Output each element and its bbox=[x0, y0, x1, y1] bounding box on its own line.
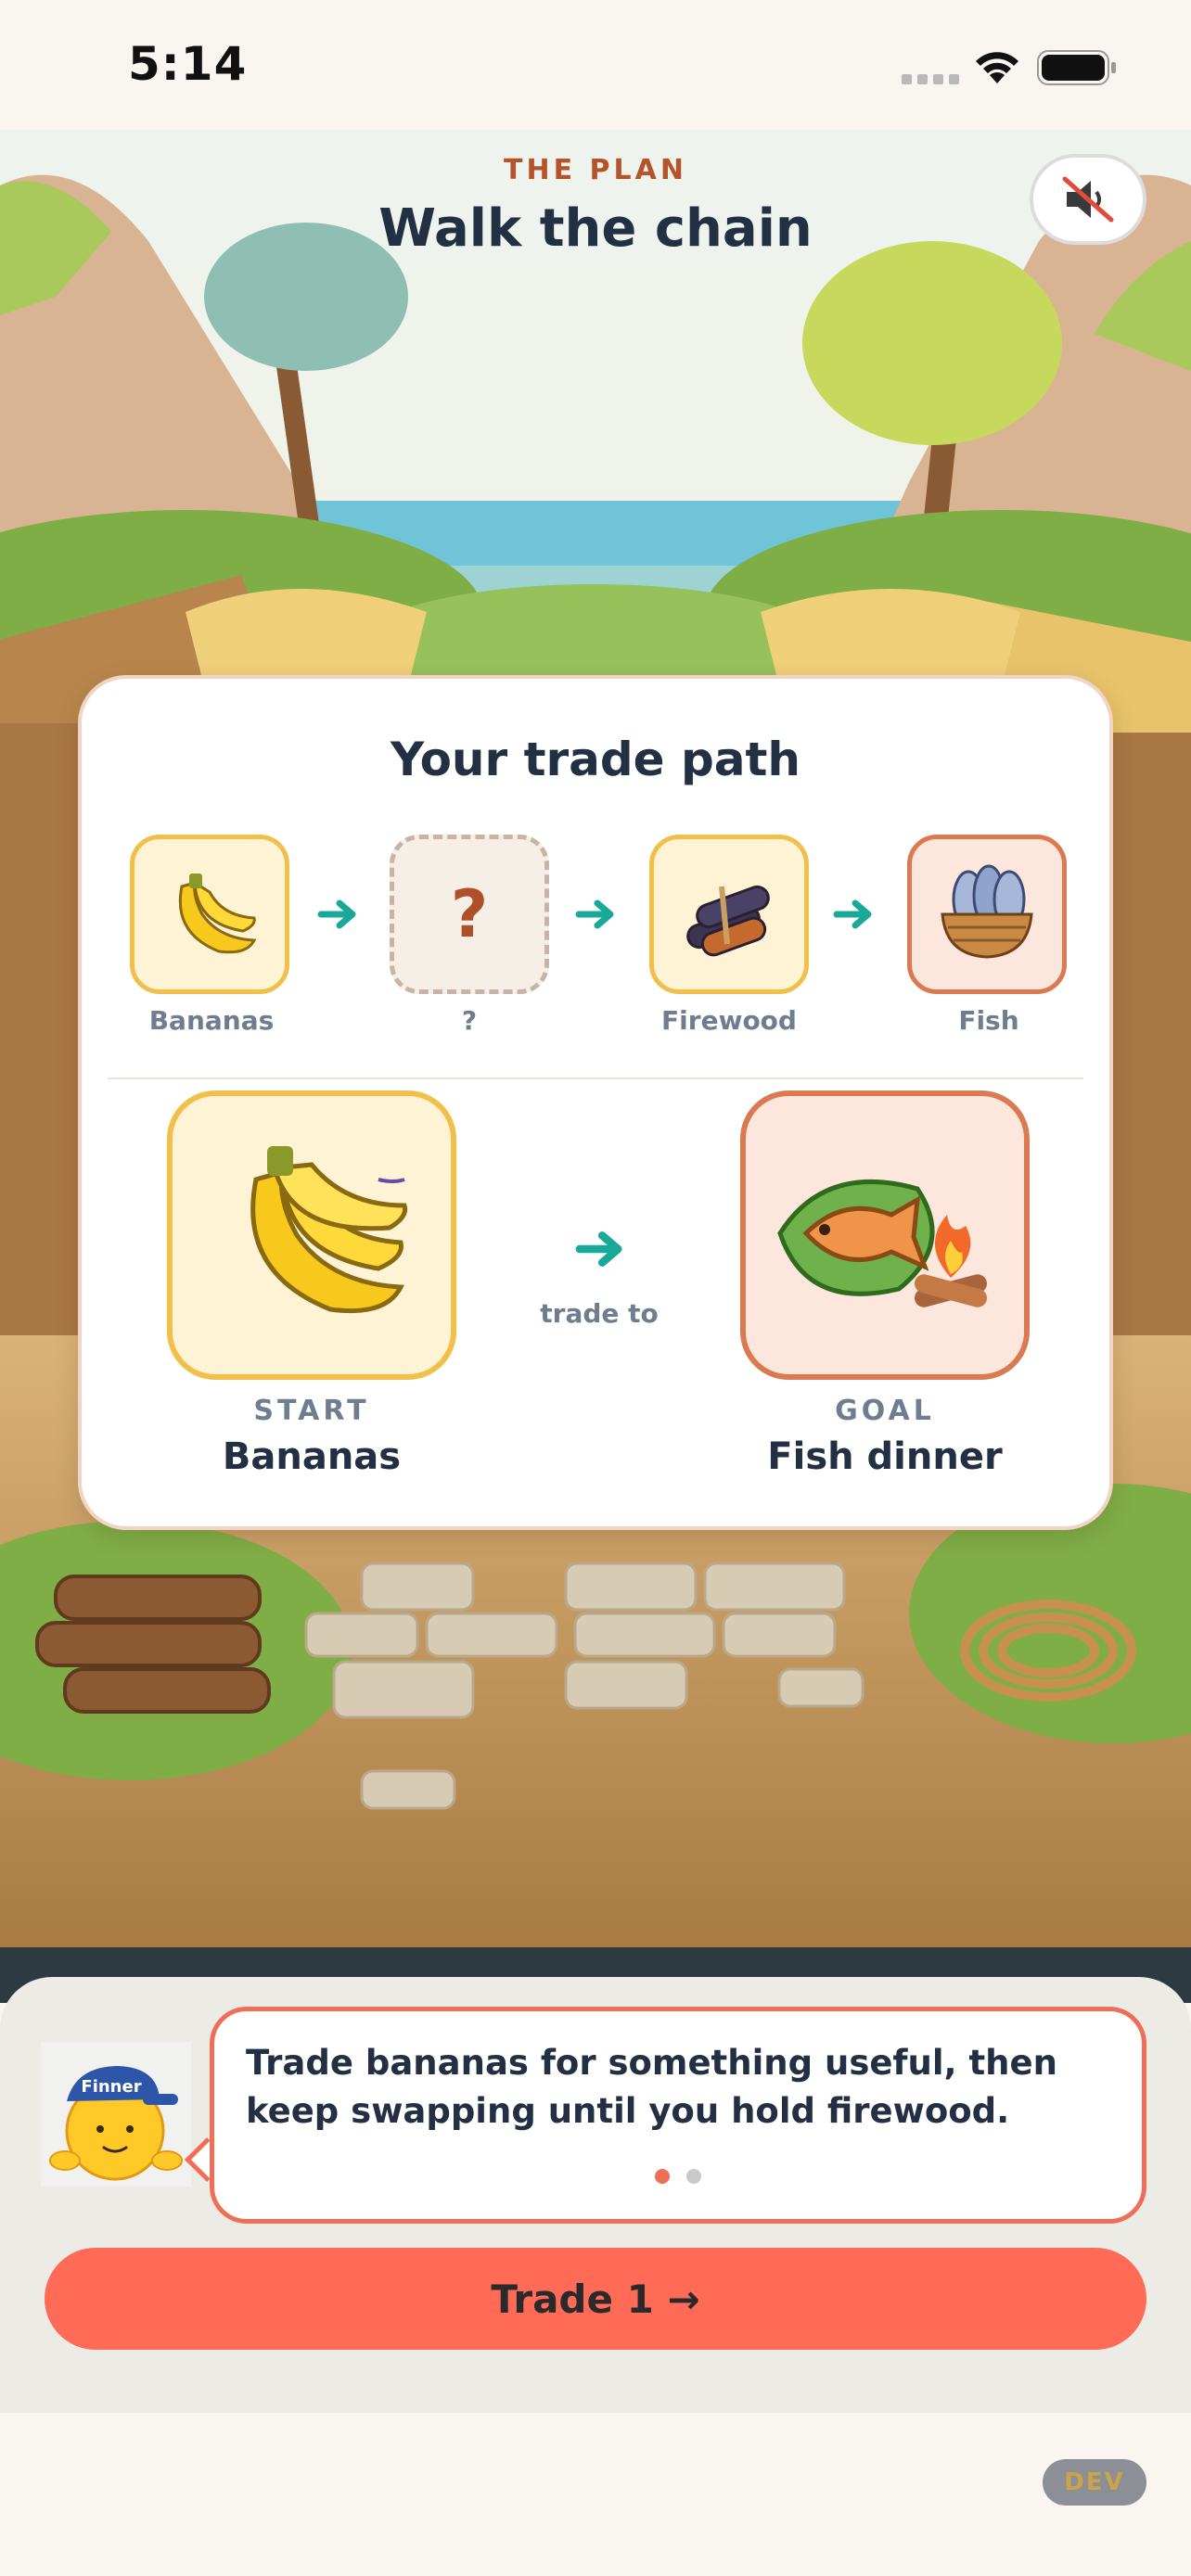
path-step-firewood bbox=[649, 835, 809, 994]
start-tile bbox=[167, 1090, 456, 1380]
goal-tile bbox=[740, 1090, 1030, 1380]
goal-item-name: Fish dinner bbox=[767, 1435, 1003, 1478]
firewood-icon bbox=[686, 885, 770, 957]
arrow-right-icon bbox=[575, 1231, 622, 1267]
path-step-fish bbox=[907, 835, 1067, 994]
finner-mascot-icon: Finner bbox=[41, 2042, 191, 2187]
arrow-right-icon bbox=[575, 899, 614, 929]
path-label-firewood: Firewood bbox=[661, 1005, 797, 1036]
path-label-fish: Fish bbox=[958, 1005, 1019, 1036]
speech-bubble: Trade bananas for something useful, then… bbox=[210, 2007, 1146, 2224]
path-label-bananas: Bananas bbox=[148, 1005, 275, 1036]
mascot-avatar: Finner bbox=[39, 2040, 193, 2188]
divider bbox=[108, 1078, 1083, 1079]
svg-text:Finner: Finner bbox=[81, 2077, 141, 2097]
header-eyebrow: THE PLAN bbox=[504, 154, 687, 186]
banana-icon bbox=[250, 1146, 408, 1314]
trade-to-label: trade to bbox=[540, 1298, 659, 1329]
arrow-right-icon bbox=[317, 899, 356, 929]
path-label-unknown: ? bbox=[461, 1005, 478, 1036]
wifi-icon bbox=[976, 52, 1018, 83]
battery-icon bbox=[1037, 50, 1116, 85]
page-dot[interactable] bbox=[686, 2169, 701, 2184]
banana-icon bbox=[178, 874, 257, 954]
dev-badge[interactable]: DEV bbox=[1043, 2459, 1146, 2506]
fish-basket-icon bbox=[941, 864, 1033, 959]
goal-tag: GOAL bbox=[835, 1395, 935, 1427]
page-dot-active[interactable] bbox=[655, 2169, 670, 2184]
status-bar: 5:14 bbox=[0, 0, 1191, 130]
cellular-signal-icon bbox=[902, 74, 959, 84]
page-title: Walk the chain bbox=[378, 198, 813, 259]
guide-message: Trade bananas for something useful, then… bbox=[246, 2043, 1057, 2131]
start-item-name: Bananas bbox=[222, 1435, 402, 1478]
trade-path-card: Your trade path Bananas ? ? Firewood Fis… bbox=[78, 675, 1113, 1530]
status-time: 5:14 bbox=[128, 37, 248, 91]
page-indicator bbox=[214, 2169, 1142, 2184]
card-title: Your trade path bbox=[390, 733, 801, 786]
unknown-icon: ? bbox=[450, 876, 489, 952]
mute-sound-button[interactable] bbox=[1030, 154, 1146, 245]
fish-dinner-icon bbox=[777, 1179, 987, 1307]
speaker-muted-icon bbox=[1062, 176, 1114, 223]
trade-button[interactable]: Trade 1 → bbox=[45, 2248, 1146, 2350]
arrow-right-icon bbox=[833, 899, 872, 929]
path-step-unknown: ? bbox=[390, 835, 549, 994]
start-tag: START bbox=[253, 1395, 370, 1427]
path-step-bananas bbox=[130, 835, 289, 994]
